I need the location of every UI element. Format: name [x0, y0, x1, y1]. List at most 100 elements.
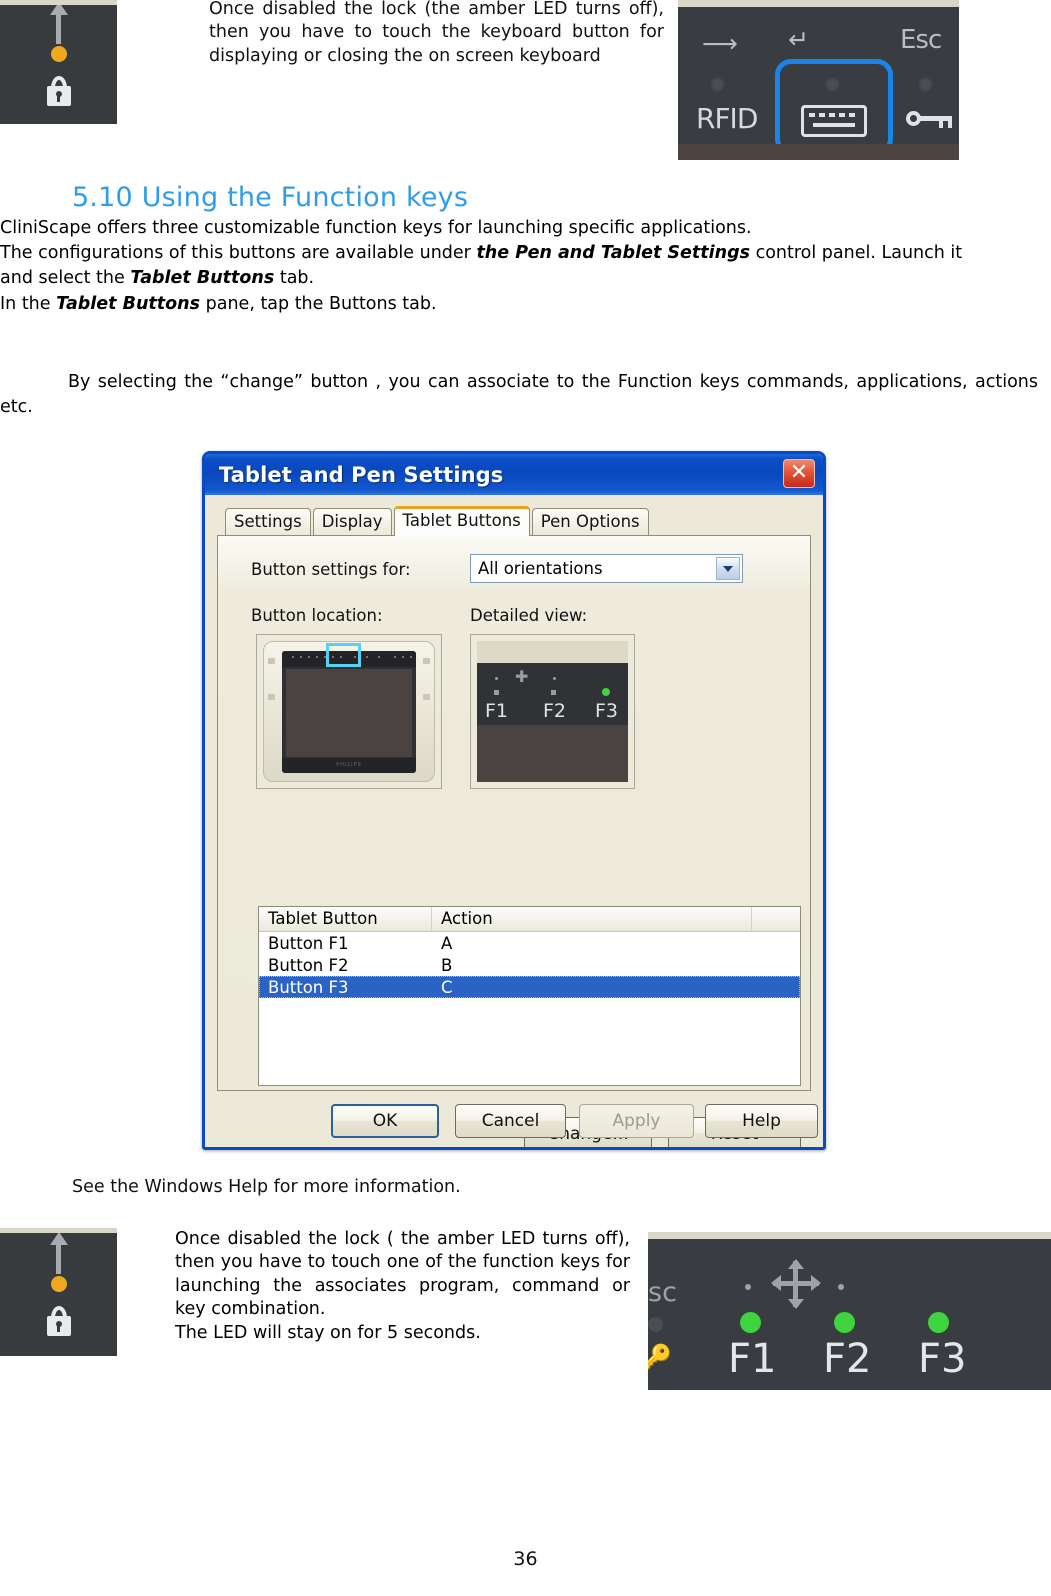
- body-line-3: and select the Tablet Buttons tab.: [0, 266, 1040, 291]
- tab-pen-options[interactable]: Pen Options: [531, 508, 649, 535]
- row-action-label: C: [441, 977, 453, 997]
- change-paragraph-text: By selecting the “change” button , you c…: [0, 372, 1038, 417]
- dialog-titlebar[interactable]: Tablet and Pen Settings ✕: [205, 454, 823, 495]
- navigation-cross-icon: [771, 1259, 821, 1309]
- function-keys-photo: sc 🔑 F1 F2 F3: [648, 1232, 1051, 1390]
- rfid-label: RFID: [696, 102, 758, 135]
- esc-partial-label: sc: [648, 1277, 677, 1308]
- lock-icon: [46, 1305, 71, 1336]
- column-header-action[interactable]: Action: [432, 907, 752, 931]
- apply-button: Apply: [579, 1104, 694, 1138]
- dialog-body: Settings Display Tablet Buttons Pen Opti…: [205, 495, 823, 1147]
- function-key-f1: F1: [728, 1336, 777, 1382]
- tablet-screen-area: PHILIPS: [282, 651, 416, 773]
- top-illustrated-note: Once disabled the lock (the amber LED tu…: [0, 0, 1051, 172]
- close-icon[interactable]: ✕: [783, 459, 815, 488]
- led-dot-left-icon: [710, 77, 725, 92]
- dialog-tabstrip: Settings Display Tablet Buttons Pen Opti…: [217, 505, 811, 536]
- detailed-view-inner: ✚ F1 F2 F3: [477, 641, 628, 782]
- marker-dot-right: [838, 1284, 844, 1290]
- f3-led-icon: [928, 1312, 949, 1333]
- key-icon: 🔑: [648, 1343, 672, 1371]
- page-number: 36: [513, 1548, 538, 1570]
- top-paragraph: Once disabled the lock (the amber LED tu…: [209, 0, 664, 66]
- function-key-f2: F2: [823, 1336, 872, 1382]
- button-location-preview[interactable]: PHILIPS: [256, 634, 442, 789]
- section-body: CliniScape offers three customizable fun…: [0, 216, 1040, 317]
- tablet-buttons-pane: Button settings for: All orientations Bu…: [217, 535, 811, 1147]
- cancel-button[interactable]: Cancel: [455, 1104, 566, 1138]
- body-line-4-a: In the: [0, 293, 57, 314]
- navigation-cross-icon: ✚: [515, 667, 529, 686]
- lock-indicator-photo-bottom: [0, 1228, 117, 1356]
- detailed-view-key-f3: F3: [595, 700, 619, 722]
- body-line-3-a: and select the: [0, 268, 131, 289]
- row-button-label: Button F3: [268, 977, 349, 997]
- body-line-4: In the Tablet Buttons pane, tap the Butt…: [0, 292, 1040, 317]
- photo-bottom-strip: [678, 144, 959, 160]
- amber-led-icon: [50, 1275, 67, 1292]
- row-button-label: Button F2: [268, 955, 349, 975]
- body-line-3-c: tab.: [274, 268, 315, 289]
- key-icon: [906, 107, 952, 129]
- f1-led-icon: [740, 1312, 761, 1333]
- esc-label: Esc: [900, 25, 942, 55]
- dialog-footer: OK Cancel Apply Help: [205, 1095, 823, 1147]
- list-header-row: Tablet Button Action: [259, 907, 800, 932]
- tablet-nub-tr: [423, 658, 430, 664]
- table-row[interactable]: Button F2 B: [259, 954, 800, 976]
- column-header-spacer: [752, 907, 800, 931]
- enter-arrow-icon: ↵: [788, 25, 809, 54]
- orientation-select[interactable]: All orientations: [470, 554, 743, 583]
- tablet-display: [286, 669, 412, 757]
- detailed-view-label: Detailed view:: [470, 606, 588, 625]
- function-key-f3: F3: [918, 1336, 967, 1382]
- f3-led-icon: [602, 688, 610, 696]
- keyboard-button-photo: ⟶ ↵ Esc RFID: [678, 0, 959, 160]
- lock-icon: [46, 75, 71, 106]
- f2-led-icon: [834, 1312, 855, 1333]
- body-line-2: The configurations of this buttons are a…: [0, 241, 1040, 266]
- tab-display[interactable]: Display: [312, 508, 392, 535]
- dialog-title: Tablet and Pen Settings: [219, 462, 504, 487]
- tab-tablet-buttons[interactable]: Tablet Buttons: [393, 506, 530, 536]
- body-line-2-a: The configurations of this buttons are a…: [0, 243, 477, 264]
- body-line-2-c: control panel. Launch it: [750, 243, 963, 264]
- tab-arrow-icon: ⟶: [702, 29, 738, 58]
- amber-led-icon: [50, 45, 67, 62]
- column-header-tablet-button[interactable]: Tablet Button: [259, 907, 432, 931]
- detailed-view-surface: [477, 725, 628, 782]
- orientation-select-value: All orientations: [478, 559, 603, 578]
- tablet-brand-strip: PHILIPS: [282, 758, 416, 773]
- see-help-text: See the Windows Help for more informatio…: [72, 1177, 461, 1197]
- tab-settings[interactable]: Settings: [225, 508, 311, 535]
- button-location-label: Button location:: [251, 606, 383, 625]
- detailed-view-key-f2: F2: [543, 700, 567, 722]
- tablet-nub-tl: [268, 658, 275, 664]
- table-row-selected[interactable]: Button F3 C: [259, 976, 800, 998]
- table-row[interactable]: Button F1 A: [259, 932, 800, 954]
- bottom-note-paragraph: Once disabled the lock ( the amber LED t…: [175, 1228, 630, 1345]
- help-button[interactable]: Help: [705, 1104, 818, 1138]
- tablet-nub-bl: [268, 694, 275, 700]
- chevron-down-icon[interactable]: [716, 557, 740, 580]
- detailed-view-key-f1: F1: [485, 700, 509, 722]
- body-line-2-bold: the Pen and Tablet Settings: [476, 243, 751, 264]
- body-line-4-bold: Tablet Buttons: [56, 293, 201, 314]
- tablet-button-list[interactable]: Tablet Button Action Button F1 A Button …: [258, 906, 801, 1086]
- tablet-nub-br: [423, 694, 430, 700]
- row-action-label: B: [441, 955, 453, 975]
- lock-indicator-photo: [0, 0, 117, 124]
- section-heading: 5.10 Using the Function keys: [72, 182, 469, 213]
- row-button-label: Button F1: [268, 933, 349, 953]
- bottom-paragraph-b: The LED will stay on for 5 seconds.: [175, 1322, 481, 1343]
- ok-button[interactable]: OK: [331, 1104, 439, 1138]
- body-line-4-c: pane, tap the Buttons tab.: [200, 293, 437, 314]
- selected-button-highlight: [326, 643, 361, 667]
- body-line-1: CliniScape offers three customizable fun…: [0, 218, 752, 238]
- marker-dot-left: [745, 1284, 751, 1290]
- function-key-strip: ✚ F1 F2 F3: [477, 663, 628, 725]
- detailed-view-preview: ✚ F1 F2 F3: [470, 634, 635, 789]
- button-settings-for-label: Button settings for:: [251, 560, 411, 579]
- tablet-pen-settings-dialog: Tablet and Pen Settings ✕ Settings Displ…: [202, 451, 826, 1150]
